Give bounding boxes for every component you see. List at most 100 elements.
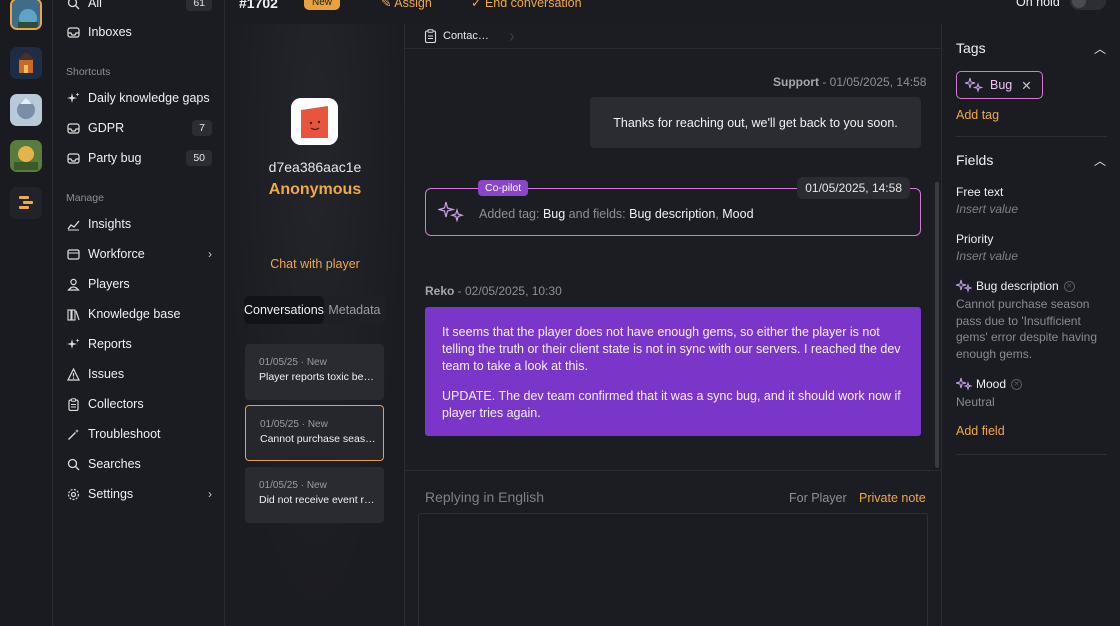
assign-label: Assign (394, 0, 432, 10)
tab-for-player[interactable]: For Player (789, 491, 847, 505)
field-value-mood[interactable]: Neutral (956, 394, 1106, 411)
conversation-id: #1702 (239, 0, 278, 11)
breadcrumb-contact[interactable]: Contac… › (424, 27, 515, 45)
breadcrumb: Contac… › (405, 24, 941, 49)
field-label-bug-description: Bug description (976, 279, 1059, 293)
scrollbar[interactable] (935, 182, 939, 468)
conversation-main: Contac… › Support - 01/05/2025, 14:58 Th… (405, 24, 941, 626)
chat-with-player-link[interactable]: Chat with player (225, 257, 405, 271)
sender-name: Support (773, 75, 819, 89)
app-root: All 61 Inboxes Shortcuts Daily knowledge… (0, 0, 1120, 626)
remove-tag-icon[interactable]: ✕ (1021, 78, 1031, 93)
assign-button[interactable]: ✎ Assign (381, 0, 432, 10)
nav-item-party-bug[interactable]: Party bug 50 (66, 147, 212, 169)
conversation-meta: 01/05/25 · New (259, 480, 327, 491)
nav-item-label: Collectors (88, 397, 144, 411)
copilot-event: Co-pilot 01/05/2025, 14:58 Added tag: Bu… (425, 177, 921, 236)
check-circle-icon: ✓ (471, 0, 482, 10)
nav-item-label: GDPR (88, 121, 125, 135)
game-icon-3[interactable] (10, 94, 42, 126)
profile-tabs: Conversations Metadata (244, 296, 385, 324)
nav-item-gdpr[interactable]: GDPR 7 (66, 117, 212, 139)
nav-item-insights[interactable]: Insights (66, 213, 212, 235)
nav-item-all[interactable]: All 61 (66, 0, 212, 14)
count-badge: 61 (186, 0, 212, 11)
conversation-list-item[interactable]: 01/05/25 · New Did not receive event r… (245, 467, 384, 523)
nav-item-daily-knowledge-gaps[interactable]: Daily knowledge gaps (66, 87, 212, 109)
nav-item-reports[interactable]: Reports (66, 333, 212, 355)
tab-metadata[interactable]: Metadata (324, 296, 385, 324)
nav-item-label: Reports (88, 337, 132, 351)
search-icon (66, 457, 80, 471)
search-icon (66, 0, 80, 10)
field-label-mood: Mood (976, 377, 1007, 391)
manage-heading: Manage (66, 192, 104, 204)
add-field-link[interactable]: Add field (956, 424, 1005, 438)
nav-item-troubleshoot[interactable]: Troubleshoot (66, 423, 212, 445)
sparkle-icon (956, 377, 972, 391)
nav-item-inboxes[interactable]: Inboxes (66, 21, 212, 43)
agent-message-bubble: It seems that the player does not have e… (425, 307, 921, 436)
status-badge: New (304, 0, 341, 10)
tab-conversations[interactable]: Conversations (244, 296, 324, 324)
nav-item-issues[interactable]: Issues (66, 363, 212, 385)
reply-composer: Replying in English For Player Private n… (405, 470, 941, 626)
nav-item-label: Knowledge base (88, 307, 181, 321)
chevron-up-icon[interactable]: ︿ (1094, 40, 1106, 57)
end-conversation-button[interactable]: ✓ End conversation (471, 0, 582, 10)
nav-item-label: Insights (88, 217, 132, 231)
message-time: - 01/05/2025, 14:58 (819, 75, 927, 89)
warning-icon (66, 367, 80, 381)
chevron-up-icon[interactable]: ︿ (1094, 152, 1106, 169)
nav-item-label: Issues (88, 367, 125, 381)
tag-chip[interactable]: Bug ✕ (956, 71, 1043, 99)
nav-item-searches[interactable]: Searches (66, 453, 212, 475)
clear-icon[interactable]: ✕ (1063, 280, 1075, 292)
field-label-priority: Priority (956, 232, 994, 246)
field-value-priority[interactable]: Insert value (956, 248, 1106, 265)
player-profile-panel: d7ea386aac1e Anonymous Chat with player … (225, 24, 405, 626)
workspace-logo[interactable] (10, 187, 42, 219)
field-value-bug-description[interactable]: Cannot purchase season pass due to 'Insu… (956, 296, 1106, 362)
game-icon-1[interactable] (10, 0, 42, 30)
tab-private-note[interactable]: Private note (859, 491, 926, 505)
copilot-field-2: Mood (722, 207, 754, 221)
conversation-topbar: #1702 New ✎ Assign ✓ End conversation On… (225, 0, 1120, 14)
chart-icon (66, 217, 80, 231)
field-label-free-text: Free text (956, 185, 1004, 199)
inbox-icon (66, 25, 80, 39)
game-icon-2[interactable] (10, 47, 42, 79)
conversation-title: Cannot purchase seas… (260, 433, 376, 445)
add-tag-link[interactable]: Add tag (956, 108, 999, 122)
on-hold-toggle[interactable] (1070, 0, 1106, 10)
copilot-field-1: Bug description (629, 207, 716, 221)
nav-item-label: Workforce (88, 247, 145, 261)
nav-item-knowledge-base[interactable]: Knowledge base (66, 303, 212, 325)
field-value-free-text[interactable]: Insert value (956, 201, 1106, 218)
game-rail (0, 0, 53, 626)
reply-textarea[interactable] (418, 513, 928, 626)
nav-item-workforce[interactable]: Workforce › (66, 243, 212, 265)
nav-item-players[interactable]: Players (66, 273, 212, 295)
count-badge: 50 (186, 150, 212, 166)
field-mood: Mood ✕ (956, 377, 1023, 391)
conversation-list-item-selected[interactable]: 01/05/25 · New Cannot purchase seas… (245, 405, 384, 461)
nav-item-settings[interactable]: Settings › (66, 483, 212, 505)
nav-item-label: Players (88, 277, 130, 291)
copilot-text-mid: and fields: (565, 207, 630, 221)
clear-icon[interactable]: ✕ (1011, 378, 1023, 390)
nav-sidebar: All 61 Inboxes Shortcuts Daily knowledge… (53, 0, 225, 626)
copilot-tag-name: Bug (542, 207, 566, 221)
game-icon-4[interactable] (10, 140, 42, 172)
nav-item-collectors[interactable]: Collectors (66, 393, 212, 415)
nav-item-label: Troubleshoot (88, 427, 161, 441)
chevron-right-icon: › (208, 247, 212, 261)
window-icon (66, 247, 80, 261)
clipboard-icon (66, 397, 80, 411)
conversation-list-item[interactable]: 01/05/25 · New Player reports toxic be… (245, 344, 384, 400)
divider (956, 136, 1107, 137)
conversation-title: Player reports toxic be… (259, 371, 374, 383)
agent-message-paragraph: UPDATE. The dev team confirmed that it w… (442, 389, 901, 420)
sender-name: Reko (425, 284, 455, 298)
library-icon (66, 307, 80, 321)
